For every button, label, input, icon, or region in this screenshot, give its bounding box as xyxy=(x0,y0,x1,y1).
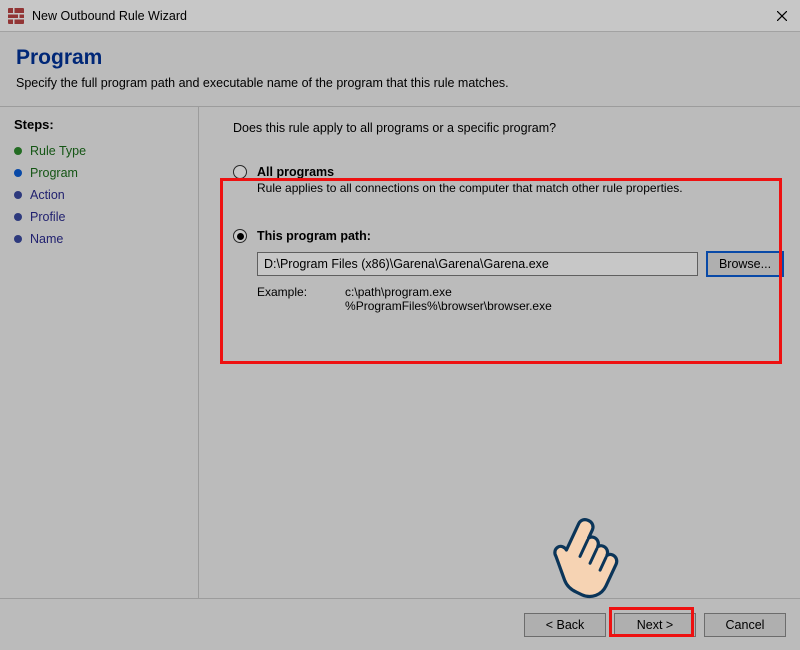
step-bullet-icon xyxy=(14,147,22,155)
step-program[interactable]: Program xyxy=(14,162,184,184)
step-bullet-icon xyxy=(14,169,22,177)
header: Program Specify the full program path an… xyxy=(0,32,800,100)
step-profile[interactable]: Profile xyxy=(14,206,184,228)
page-title: Program xyxy=(16,46,784,70)
steps-title: Steps: xyxy=(14,117,184,132)
back-button[interactable]: < Back xyxy=(524,613,606,637)
wizard-dialog: New Outbound Rule Wizard Program Specify… xyxy=(0,0,800,650)
close-icon xyxy=(777,8,787,24)
example-label: Example: xyxy=(257,285,307,313)
radio-all-programs-label: All programs xyxy=(257,165,334,179)
main-panel: Does this rule apply to all programs or … xyxy=(199,107,800,637)
button-bar: < Back Next > Cancel xyxy=(0,598,800,650)
steps-sidebar: Steps: Rule Type Program Action Profile … xyxy=(0,107,198,637)
body: Steps: Rule Type Program Action Profile … xyxy=(0,107,800,637)
step-bullet-icon xyxy=(14,191,22,199)
step-action[interactable]: Action xyxy=(14,184,184,206)
titlebar: New Outbound Rule Wizard xyxy=(0,0,800,32)
radio-this-program[interactable] xyxy=(233,229,247,243)
radio-all-programs[interactable] xyxy=(233,165,247,179)
step-rule-type[interactable]: Rule Type xyxy=(14,140,184,162)
step-label: Name xyxy=(30,232,63,246)
step-label: Action xyxy=(30,188,65,202)
radio-this-program-label: This program path: xyxy=(257,229,371,243)
example-lines: c:\path\program.exe %ProgramFiles%\brows… xyxy=(345,285,552,313)
close-button[interactable] xyxy=(764,0,800,32)
option-all-programs: All programs Rule applies to all connect… xyxy=(233,161,784,207)
program-path-input[interactable] xyxy=(257,252,698,276)
browse-button[interactable]: Browse... xyxy=(706,251,784,277)
step-bullet-icon xyxy=(14,213,22,221)
prompt-text: Does this rule apply to all programs or … xyxy=(233,121,784,135)
step-name[interactable]: Name xyxy=(14,228,184,250)
window-title: New Outbound Rule Wizard xyxy=(32,9,764,23)
step-label: Profile xyxy=(30,210,65,224)
cancel-button[interactable]: Cancel xyxy=(704,613,786,637)
option-this-program: This program path: Browse... Example: c:… xyxy=(233,225,784,325)
step-bullet-icon xyxy=(14,235,22,243)
next-button[interactable]: Next > xyxy=(614,613,696,637)
firewall-icon xyxy=(8,8,24,24)
step-label: Program xyxy=(30,166,78,180)
page-subtitle: Specify the full program path and execut… xyxy=(16,76,784,90)
step-label: Rule Type xyxy=(30,144,86,158)
radio-all-programs-desc: Rule applies to all connections on the c… xyxy=(257,181,784,195)
